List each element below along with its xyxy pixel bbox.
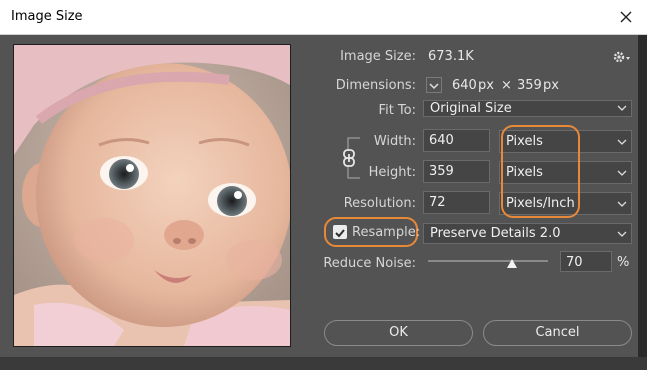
resample-method-select[interactable]: Preserve Details 2.0 (423, 223, 632, 244)
dimensions-height: 359 (517, 78, 542, 93)
image-preview[interactable] (13, 44, 291, 347)
resample-method-value: Preserve Details 2.0 (430, 226, 561, 241)
width-input[interactable]: 640 (423, 129, 490, 152)
resample-checkbox[interactable] (333, 225, 347, 239)
baby-photo (14, 45, 290, 346)
reduce-noise-slider-track[interactable] (428, 260, 548, 262)
width-label: Width: (373, 134, 416, 149)
dimensions-dropdown[interactable] (426, 77, 442, 93)
reduce-noise-label: Reduce Noise: (323, 256, 416, 271)
cancel-button[interactable]: Cancel (483, 320, 632, 346)
dimensions-unit-1: px (478, 78, 494, 93)
chevron-down-icon (617, 132, 627, 150)
fit-to-label: Fit To: (378, 103, 416, 118)
resolution-label: Resolution: (343, 196, 416, 211)
units-highlight (501, 125, 580, 218)
chevron-down-icon (617, 163, 627, 181)
title-bar: Image Size (0, 0, 647, 35)
gear-icon[interactable] (612, 49, 632, 65)
image-size-value: 673.1K (428, 49, 474, 64)
background-edge (638, 35, 647, 370)
chevron-down-icon (617, 100, 627, 118)
height-label: Height: (368, 165, 416, 180)
height-input[interactable]: 359 (423, 160, 490, 183)
background-edge-bottom (0, 357, 647, 370)
resolution-input[interactable]: 72 (423, 191, 490, 214)
reduce-noise-unit: % (617, 255, 630, 270)
dimensions-unit-2: px (543, 78, 559, 93)
chevron-down-icon (617, 225, 627, 243)
dimensions-times: × (501, 78, 512, 93)
fit-to-value: Original Size (430, 101, 512, 116)
resample-label: Resample: (352, 225, 421, 240)
reduce-noise-input[interactable]: 70 (560, 251, 612, 272)
close-icon[interactable] (613, 4, 639, 30)
image-size-label: Image Size: (340, 49, 416, 64)
dimensions-label: Dimensions: (335, 78, 416, 93)
fit-to-select[interactable]: Original Size (423, 100, 632, 117)
chevron-down-icon (617, 194, 627, 212)
window-title: Image Size (11, 9, 83, 24)
ok-button[interactable]: OK (324, 320, 473, 346)
dimensions-width: 640 (452, 78, 477, 93)
reduce-noise-slider-thumb[interactable] (506, 255, 518, 268)
